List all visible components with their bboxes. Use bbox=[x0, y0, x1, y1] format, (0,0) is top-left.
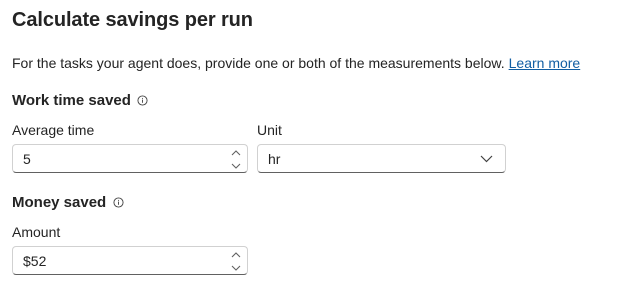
money-saved-heading-label: Money saved bbox=[12, 194, 107, 211]
chevron-down-icon[interactable] bbox=[230, 262, 242, 273]
average-time-label: Average time bbox=[12, 122, 95, 138]
chevron-down-icon[interactable] bbox=[230, 160, 242, 171]
info-icon[interactable] bbox=[137, 95, 149, 107]
description-text: For the tasks your agent does, provide o… bbox=[12, 55, 505, 71]
page-description: For the tasks your agent does, provide o… bbox=[12, 55, 580, 71]
chevron-down-icon bbox=[479, 153, 493, 165]
info-icon[interactable] bbox=[112, 197, 124, 209]
average-time-input[interactable]: 5 bbox=[12, 144, 248, 173]
average-time-value: 5 bbox=[23, 151, 31, 167]
amount-input[interactable]: $52 bbox=[12, 246, 248, 275]
work-time-heading: Work time saved bbox=[12, 92, 149, 109]
chevron-up-icon[interactable] bbox=[230, 147, 242, 158]
amount-value: $52 bbox=[23, 253, 47, 269]
unit-dropdown[interactable]: hr bbox=[257, 144, 506, 173]
money-saved-heading: Money saved bbox=[12, 194, 124, 211]
unit-label: Unit bbox=[257, 122, 282, 138]
work-time-heading-label: Work time saved bbox=[12, 92, 131, 109]
learn-more-link[interactable]: Learn more bbox=[509, 55, 581, 71]
amount-label: Amount bbox=[12, 224, 61, 240]
average-time-spinner bbox=[230, 147, 242, 171]
page-title: Calculate savings per run bbox=[12, 9, 253, 31]
unit-selected-value: hr bbox=[268, 151, 281, 167]
amount-spinner bbox=[230, 249, 242, 273]
chevron-up-icon[interactable] bbox=[230, 249, 242, 260]
